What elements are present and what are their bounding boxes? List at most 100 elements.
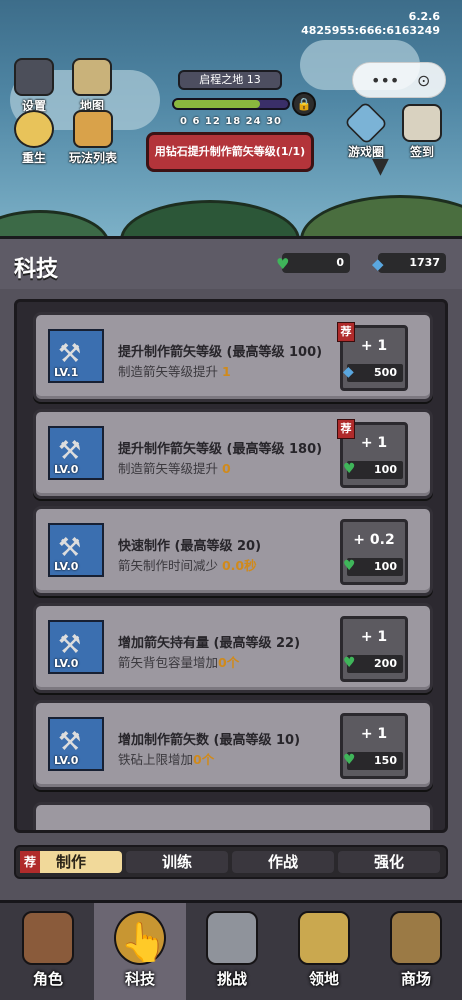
list-item: ⚒ LV.0 快速制作 (最高等级 20) 箭矢制作时间减少 0.0秒 + 0.…	[33, 506, 433, 596]
upgrade-level: LV.1	[54, 366, 79, 379]
stage-name: 启程之地 13	[178, 70, 282, 90]
list-item: ⚒ LV.0 增加箭矢持有量 (最高等级 22) 箭矢背包容量增加0个 + 1 …	[33, 603, 433, 693]
upgrade-cost-value: 500	[374, 366, 397, 379]
upgrade-desc: 箭矢制作时间减少 0.0秒	[118, 555, 257, 574]
green-currency: ♥ 0	[276, 253, 350, 273]
game-list-label: 玩法列表	[68, 151, 117, 165]
upgrade-level: LV.0	[54, 463, 79, 476]
nav-tech-label: 科技	[124, 970, 155, 988]
upgrade-thumbnail: ⚒ LV.0	[48, 426, 104, 480]
green-currency-value: 0	[336, 256, 344, 269]
upgrade-increment: + 1	[360, 338, 388, 354]
hammer-icon: ⚒	[58, 630, 82, 660]
close-icon[interactable]: ⊙	[417, 71, 430, 90]
upgrade-button[interactable]: 荐 + 1 ◆ 500	[337, 322, 408, 391]
list-item: ⚒ LV.1 提升制作箭矢等级 (最高等级 100) 制造箭矢等级提升 1 荐 …	[33, 312, 433, 402]
hammer-icon: ⚒	[58, 436, 82, 466]
upgrade-increment: + 1	[360, 726, 388, 742]
upgrade-thumbnail: ⚒ LV.0	[48, 620, 104, 674]
stage-progress-bar	[172, 98, 290, 110]
upgrade-title: 提升制作箭矢等级 (最高等级 100)	[118, 345, 323, 360]
upgrade-desc: 铁砧上限增加0个	[118, 749, 214, 768]
checkin-label: 签到	[409, 145, 434, 159]
upgrade-increment: + 0.2	[353, 532, 395, 548]
hammer-icon: ⚒	[58, 727, 82, 757]
tab-train[interactable]: 训练	[126, 851, 228, 873]
heart-icon: ♥	[343, 655, 356, 671]
upgrade-title: 增加箭矢持有量 (最高等级 22)	[118, 636, 301, 651]
upgrade-title: 提升制作箭矢等级 (最高等级 180)	[118, 442, 323, 457]
upgrade-cost: ♥ 150	[343, 752, 403, 770]
menu-icon	[14, 58, 54, 96]
list-item: ⚒ LV.0 增加制作箭矢数 (最高等级 10) 铁砧上限增加0个 + 1 ♥ …	[33, 700, 433, 790]
upgrade-desc: 制造箭矢等级提升 0	[118, 458, 231, 477]
upgrade-desc: 箭矢背包容量增加0个	[118, 652, 239, 671]
upgrade-value: 1	[221, 364, 231, 379]
nav-character[interactable]: 角色	[2, 903, 94, 1000]
character-icon	[22, 911, 74, 965]
upgrade-title: 增加制作箭矢数 (最高等级 10)	[118, 733, 301, 748]
upgrade-list[interactable]: ⚒ LV.1 提升制作箭矢等级 (最高等级 100) 制造箭矢等级提升 1 荐 …	[14, 299, 448, 833]
upgrade-desc-text: 箭矢制作时间减少	[118, 558, 222, 573]
heart-icon: ♥	[343, 461, 356, 477]
session-id: 4825955:666:6163249	[301, 24, 440, 37]
settings-button[interactable]: 设置	[8, 58, 60, 114]
upgrade-button[interactable]: + 0.2 ♥ 100	[340, 519, 408, 585]
nav-territory[interactable]: 领地	[278, 903, 370, 1000]
chevron-down-icon[interactable]: ▼	[372, 154, 389, 179]
heart-icon: ♥	[343, 558, 356, 574]
more-icon[interactable]: •••	[371, 71, 399, 90]
lock-icon: 🔒	[292, 92, 316, 116]
game-circle-button[interactable]: 游戏圈	[340, 100, 392, 160]
upgrade-button[interactable]: 荐 + 1 ♥ 100	[337, 419, 408, 488]
nav-shop[interactable]: 商场	[370, 903, 462, 1000]
tab-battle[interactable]: 作战	[232, 851, 334, 873]
version-info: 6.2.6 4825955:666:6163249	[301, 10, 440, 38]
upgrade-cost-value: 200	[374, 657, 397, 670]
upgrade-thumbnail: ⚒ LV.0	[48, 717, 104, 771]
heart-icon: ♥	[276, 255, 290, 273]
upgrade-button[interactable]: + 1 ♥ 200	[340, 616, 408, 682]
nav-challenge-label: 挑战	[216, 970, 247, 988]
heart-icon: ♥	[343, 752, 356, 768]
upgrade-value: 0.0秒	[221, 558, 257, 573]
upgrade-increment: + 1	[360, 629, 388, 645]
rebirth-icon	[14, 110, 54, 148]
upgrade-cost: ♥ 100	[343, 461, 403, 479]
upgrade-cost: ♥ 200	[343, 655, 403, 673]
list-item: ⚒ LV.0 提升制作箭矢等级 (最高等级 180) 制造箭矢等级提升 0 荐 …	[33, 409, 433, 499]
tech-panel: 科技 ♥ 0 ◆ 1737 ⚒ LV.1 提升制作箭矢等级 (最高等级 100)…	[0, 236, 462, 900]
nav-character-label: 角色	[32, 970, 63, 988]
stage-progress-fill	[174, 100, 260, 108]
rebirth-button[interactable]: 重生	[8, 110, 60, 166]
panel-title: 科技	[14, 257, 59, 282]
upgrade-cost-value: 100	[374, 463, 397, 476]
upgrade-level: LV.0	[54, 754, 79, 767]
shop-icon	[390, 911, 442, 965]
upgrade-desc-text: 箭矢背包容量增加	[118, 655, 219, 670]
upgrade-level: LV.0	[54, 560, 79, 573]
upgrade-thumbnail: ⚒ LV.0	[48, 523, 104, 577]
upgrade-cost-value: 100	[374, 560, 397, 573]
version-label: 6.2.6	[408, 10, 440, 23]
map-button[interactable]: 地图	[66, 58, 118, 114]
nav-shop-label: 商场	[400, 970, 431, 988]
upgrade-value: 0个	[218, 655, 240, 670]
recommend-badge: 荐	[20, 851, 40, 873]
hammer-icon: ⚒	[58, 339, 82, 369]
nav-challenge[interactable]: 挑战	[186, 903, 278, 1000]
list-item-partial	[33, 802, 433, 830]
upgrade-desc-text: 制造箭矢等级提升	[118, 364, 222, 379]
upgrade-thumbnail: ⚒ LV.1	[48, 329, 104, 383]
bottom-nav: 角色 科技 挑战 领地 商场	[0, 900, 462, 1000]
gem-currency-value: 1737	[409, 256, 440, 269]
game-list-button[interactable]: 玩法列表	[62, 110, 124, 166]
gem-upgrade-button[interactable]: 用钻石提升制作箭矢等级(1/1)	[146, 132, 314, 172]
tab-enhance[interactable]: 强化	[338, 851, 440, 873]
checkin-button[interactable]: 签到	[396, 104, 448, 160]
upgrade-button[interactable]: + 1 ♥ 150	[340, 713, 408, 779]
list-icon	[73, 110, 113, 148]
upgrade-cost-value: 150	[374, 754, 397, 767]
upgrade-cost: ◆ 500	[343, 364, 403, 382]
upgrade-desc-text: 铁砧上限增加	[118, 752, 194, 767]
